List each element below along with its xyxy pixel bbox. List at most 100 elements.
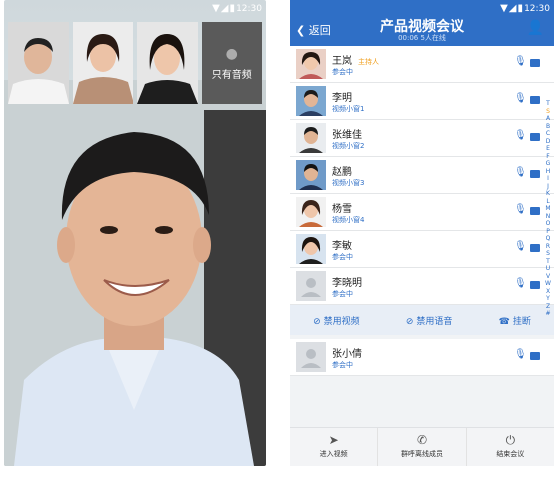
participant-name: 张维佳 <box>332 130 362 141</box>
camera-icon[interactable] <box>530 133 540 141</box>
list-item[interactable]: 杨雪 视频小窗4 🎙 <box>290 194 554 231</box>
participant-name: 李敏 <box>332 241 352 252</box>
alphabet-letter[interactable]: R <box>544 243 552 251</box>
camera-icon[interactable] <box>530 352 540 360</box>
microphone-icon[interactable]: 🎙 <box>514 130 527 144</box>
alphabet-letter[interactable]: V <box>544 273 552 281</box>
add-user-icon[interactable]: 👤 <box>527 20 544 36</box>
list-item[interactable]: 张小倩 参会中 🎙 <box>290 339 554 376</box>
alphabet-letter[interactable]: F <box>544 153 552 161</box>
participant-actions: ⊘ 禁用视频 ⊘ 禁用语音 ☎ 挂断 <box>290 305 554 335</box>
microphone-icon[interactable]: 🎙 <box>514 204 527 218</box>
avatar <box>296 160 326 190</box>
participant-video-woman-2 <box>137 22 198 104</box>
alphabet-letter[interactable]: T <box>544 100 552 108</box>
avatar <box>296 197 326 227</box>
participant-status: 参会中 <box>332 253 353 261</box>
participant-list: 王岚 主持人 参会中 🎙 李明 视频小窗1 🎙 张维佳 视频小窗2 🎙 赵鹏 视频… <box>290 46 554 376</box>
participant-status: 视频小窗4 <box>332 216 365 224</box>
list-item[interactable]: 王岚 主持人 参会中 🎙 <box>290 46 554 83</box>
alphabet-letter[interactable]: S <box>544 250 552 258</box>
avatar <box>296 86 326 116</box>
participant-name: 王岚 主持人 <box>332 56 379 67</box>
camera-icon[interactable] <box>530 59 540 67</box>
alphabet-letter[interactable]: P <box>544 228 552 236</box>
participant-name: 李晓明 <box>332 278 362 289</box>
list-item[interactable]: 张维佳 视频小窗2 🎙 <box>290 120 554 157</box>
header: ▼◢▮ 12:30 ❮ 返回 产品视频会议 00:06 5人在线 👤 <box>290 0 554 46</box>
camera-icon[interactable] <box>530 244 540 252</box>
list-item[interactable]: 赵鹏 视频小窗3 🎙 <box>290 157 554 194</box>
main-video[interactable] <box>4 80 266 466</box>
status-bar: ▼◢▮ 12:30 <box>4 0 266 18</box>
status-time: 12:30 <box>524 4 550 14</box>
mic-off-icon: ⊘ <box>405 316 414 327</box>
microphone-icon[interactable]: 🎙 <box>514 241 527 255</box>
thumbnail-3[interactable] <box>137 22 198 104</box>
hangup-icon: ☎ <box>498 316 510 327</box>
alphabet-letter[interactable]: B <box>544 123 552 131</box>
participant-name: 张小倩 <box>332 349 362 360</box>
video-call-screen: ▼◢▮ 12:30 ● 只有音频 <box>4 0 266 466</box>
power-icon: ⏻ <box>505 433 516 447</box>
list-item[interactable]: 李晓明 参会中 🎙 <box>290 268 554 305</box>
alphabet-letter[interactable]: H <box>544 168 552 176</box>
camera-icon[interactable] <box>530 207 540 215</box>
alphabet-letter[interactable]: U <box>544 265 552 273</box>
alphabet-letter[interactable]: Z <box>544 303 552 311</box>
participant-status: 参会中 <box>332 290 353 298</box>
microphone-icon[interactable]: 🎙 <box>514 278 527 292</box>
alphabet-letter[interactable]: W <box>544 280 552 288</box>
microphone-icon[interactable]: 🎙 <box>514 167 527 181</box>
list-item[interactable]: 李敏 参会中 🎙 <box>290 231 554 268</box>
alphabet-letter[interactable]: K <box>544 190 552 198</box>
meeting-status: 00:06 5人在线 <box>398 34 446 42</box>
call-offline-button[interactable]: ✆ 群呼离线成员 <box>378 428 467 466</box>
alphabet-letter[interactable]: J <box>544 183 552 191</box>
participant-name: 赵鹏 <box>332 167 352 178</box>
alphabet-letter[interactable]: M <box>544 205 552 213</box>
participant-status: 参会中 <box>332 361 353 369</box>
alphabet-letter[interactable]: G <box>544 160 552 168</box>
alphabet-letter[interactable]: I <box>544 175 552 183</box>
alphabet-letter[interactable]: A <box>544 115 552 123</box>
hangup-button[interactable]: ☎ 挂断 <box>499 314 531 327</box>
participant-status: 视频小窗3 <box>332 179 365 187</box>
alphabet-letter[interactable]: L <box>544 198 552 206</box>
camera-icon[interactable] <box>530 281 540 289</box>
alphabet-letter[interactable]: D <box>544 138 552 146</box>
disable-video-button[interactable]: ⊘ 禁用视频 <box>313 314 360 327</box>
alphabet-letter[interactable]: O <box>544 220 552 228</box>
participant-status: 视频小窗2 <box>332 142 365 150</box>
alphabet-letter[interactable]: T <box>544 258 552 266</box>
alphabet-letter[interactable]: X <box>544 288 552 296</box>
alphabet-letter[interactable]: E <box>544 145 552 153</box>
microphone-icon[interactable]: 🎙 <box>514 349 527 363</box>
participant-status: 视频小窗1 <box>332 105 365 113</box>
microphone-icon[interactable]: 🎙 <box>514 93 527 107</box>
audio-only-label: 只有音频 <box>211 69 252 81</box>
alphabet-letter[interactable]: C <box>544 130 552 138</box>
thumbnail-audio-only[interactable]: ● 只有音频 <box>201 22 262 104</box>
enter-video-button[interactable]: ➤ 进入视频 <box>290 428 379 466</box>
thumbnail-2[interactable] <box>72 22 133 104</box>
end-meeting-button[interactable]: ⏻ 结束会议 <box>467 428 554 466</box>
alphabet-letter[interactable]: S <box>544 108 552 116</box>
phone-icon: ✆ <box>416 433 428 447</box>
participant-video-woman <box>72 22 133 104</box>
camera-icon[interactable] <box>530 170 540 178</box>
microphone-icon[interactable]: 🎙 <box>514 56 527 70</box>
alphabet-letter[interactable]: Y <box>544 295 552 303</box>
participant-name: 杨雪 <box>332 204 352 215</box>
alphabet-index[interactable]: T S A B C D E F G H I J K L M N O P Q R S T U V W X Y Z # <box>544 100 552 318</box>
alphabet-letter[interactable]: # <box>544 310 552 318</box>
alphabet-letter[interactable]: Q <box>544 235 552 243</box>
participant-name: 李明 <box>332 93 352 104</box>
signal-wifi-battery-icon: ▼◢▮ <box>500 3 524 14</box>
disable-audio-button[interactable]: ⊘ 禁用语音 <box>406 314 453 327</box>
camera-icon[interactable] <box>530 96 540 104</box>
list-item[interactable]: 李明 视频小窗1 🎙 <box>290 83 554 120</box>
thumbnail-1[interactable] <box>8 22 69 104</box>
alphabet-letter[interactable]: N <box>544 213 552 221</box>
avatar <box>296 123 326 153</box>
